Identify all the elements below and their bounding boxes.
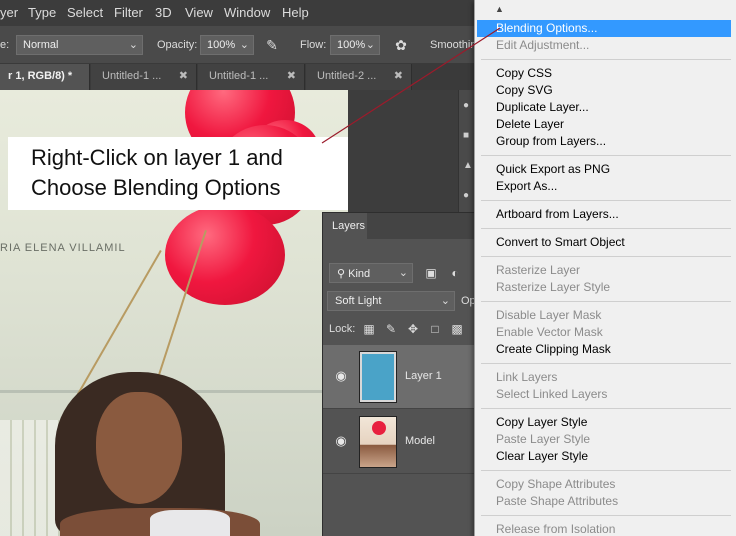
arrow-line	[321, 27, 501, 144]
annotation-arrow	[321, 27, 501, 144]
photoshop-window: yer Type Select Filter 3D View Window He…	[0, 0, 736, 536]
